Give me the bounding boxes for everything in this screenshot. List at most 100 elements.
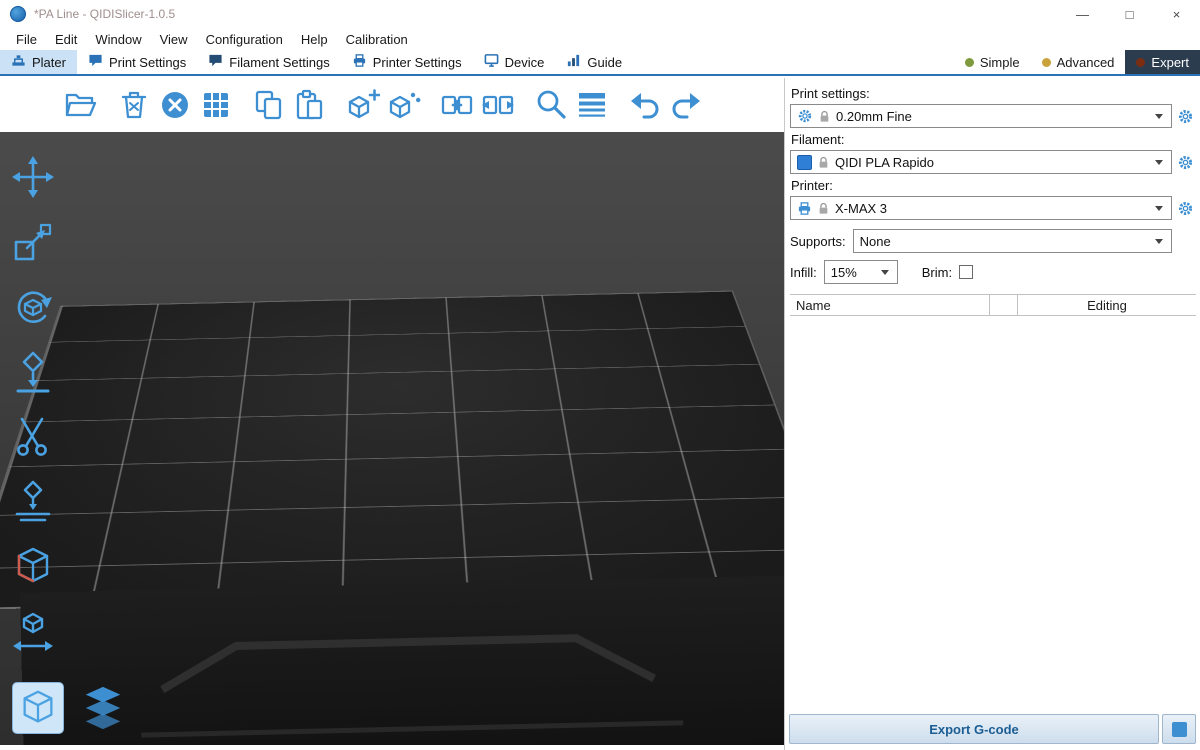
- place-on-face-tool-button[interactable]: [10, 349, 56, 395]
- rotate-tool-button[interactable]: [10, 284, 56, 330]
- mode-advanced[interactable]: Advanced: [1031, 50, 1126, 74]
- paste-button[interactable]: [293, 88, 327, 122]
- export-gcode-button[interactable]: Export G-code: [789, 714, 1159, 744]
- print-settings-value: 0.20mm Fine: [836, 109, 912, 124]
- tab-label: Device: [505, 55, 545, 70]
- tab-label: Print Settings: [109, 55, 186, 70]
- menu-calibration[interactable]: Calibration: [337, 32, 417, 47]
- menu-view[interactable]: View: [151, 32, 197, 47]
- export-options-icon: [1172, 722, 1187, 737]
- tabbar: Plater Print Settings Filament Settings …: [0, 50, 1200, 76]
- minimize-button[interactable]: —: [1059, 0, 1106, 28]
- layers-preview-button[interactable]: [77, 682, 129, 734]
- column-blank: [990, 295, 1018, 315]
- tab-printer-settings[interactable]: Printer Settings: [341, 50, 473, 74]
- lock-icon: [819, 110, 830, 123]
- print-bed: [0, 290, 784, 609]
- close-button[interactable]: ×: [1153, 0, 1200, 28]
- add-instance-button[interactable]: [346, 88, 380, 122]
- filament-combo[interactable]: QIDI PLA Rapido: [790, 150, 1172, 174]
- filament-value: QIDI PLA Rapido: [835, 155, 934, 170]
- printer-combo[interactable]: X-MAX 3: [790, 196, 1172, 220]
- printer-label: Printer:: [791, 178, 1196, 193]
- variable-layer-height-button[interactable]: [575, 88, 609, 122]
- supports-label: Supports:: [790, 234, 846, 249]
- object-list-body[interactable]: [790, 316, 1196, 698]
- column-name: Name: [790, 295, 990, 315]
- split-to-objects-button[interactable]: [440, 88, 474, 122]
- app-logo-icon: [10, 6, 26, 22]
- guide-icon: [566, 53, 581, 71]
- mode-label: Simple: [980, 55, 1020, 70]
- gizmo-toolbar: [10, 154, 56, 655]
- chevron-down-icon: [1155, 114, 1163, 119]
- printer-icon: [797, 201, 812, 216]
- infill-combo[interactable]: 15%: [824, 260, 898, 284]
- object-list: Name Editing: [790, 294, 1196, 698]
- open-project-button[interactable]: [64, 88, 98, 122]
- plater-icon: [11, 53, 26, 71]
- export-options-button[interactable]: [1162, 714, 1196, 744]
- print-settings-icon: [88, 53, 103, 71]
- maximize-button[interactable]: □: [1106, 0, 1153, 28]
- titlebar: *PA Line - QIDISlicer-1.0.5 — □ ×: [0, 0, 1200, 28]
- printer-gear-button[interactable]: [1174, 196, 1196, 220]
- gear-icon: [797, 108, 813, 124]
- split-to-parts-button[interactable]: [481, 88, 515, 122]
- filament-color-swatch: [797, 155, 812, 170]
- measure-tool-button[interactable]: [10, 544, 56, 590]
- tab-guide[interactable]: Guide: [555, 50, 633, 74]
- filament-gear-button[interactable]: [1174, 150, 1196, 174]
- brim-checkbox[interactable]: [959, 265, 973, 279]
- menu-file[interactable]: File: [7, 32, 46, 47]
- set-copies-button[interactable]: [387, 88, 421, 122]
- export-row: Export G-code: [789, 714, 1196, 744]
- delete-all-button[interactable]: [158, 88, 192, 122]
- tab-filament-settings[interactable]: Filament Settings: [197, 50, 340, 74]
- delete-button[interactable]: [117, 88, 151, 122]
- mode-label: Advanced: [1057, 55, 1115, 70]
- mode-simple[interactable]: Simple: [954, 50, 1031, 74]
- mode-expert[interactable]: Expert: [1125, 50, 1200, 74]
- tab-plater[interactable]: Plater: [0, 50, 77, 74]
- undo-button[interactable]: [628, 88, 662, 122]
- tab-label: Printer Settings: [373, 55, 462, 70]
- menu-window[interactable]: Window: [86, 32, 150, 47]
- supports-value: None: [860, 234, 891, 249]
- tab-device[interactable]: Device: [473, 50, 556, 74]
- view-3d-button[interactable]: [12, 682, 64, 734]
- chevron-down-icon: [1155, 239, 1163, 244]
- redo-button[interactable]: [669, 88, 703, 122]
- arrange-button[interactable]: [199, 88, 233, 122]
- search-button[interactable]: [534, 88, 568, 122]
- menu-help[interactable]: Help: [292, 32, 337, 47]
- window-controls: — □ ×: [1059, 0, 1200, 28]
- print-settings-gear-button[interactable]: [1174, 104, 1196, 128]
- mode-label: Expert: [1151, 55, 1189, 70]
- print-settings-combo[interactable]: 0.20mm Fine: [790, 104, 1172, 128]
- menu-edit[interactable]: Edit: [46, 32, 86, 47]
- chevron-down-icon: [1155, 206, 1163, 211]
- cut-tool-button[interactable]: [10, 414, 56, 460]
- move-tool-button[interactable]: [10, 154, 56, 200]
- tab-label: Guide: [587, 55, 622, 70]
- dimension-tool-button[interactable]: [10, 609, 56, 655]
- printer-base: [20, 575, 784, 745]
- copy-button[interactable]: [252, 88, 286, 122]
- supports-combo[interactable]: None: [853, 229, 1172, 253]
- print-settings-label: Print settings:: [791, 86, 1196, 101]
- main-toolbar: [0, 78, 784, 132]
- tab-print-settings[interactable]: Print Settings: [77, 50, 197, 74]
- brim-label: Brim:: [922, 265, 952, 280]
- menubar: File Edit Window View Configuration Help…: [0, 28, 1200, 50]
- viewport-3d[interactable]: [0, 132, 784, 745]
- lock-icon: [818, 202, 829, 215]
- column-editing: Editing: [1018, 295, 1196, 315]
- device-icon: [484, 53, 499, 71]
- menu-configuration[interactable]: Configuration: [197, 32, 292, 47]
- printer-settings-icon: [352, 53, 367, 71]
- paint-supports-tool-button[interactable]: [10, 479, 56, 525]
- scale-tool-button[interactable]: [10, 219, 56, 265]
- mode-switcher: Simple Advanced Expert: [954, 50, 1200, 74]
- infill-value: 15%: [831, 265, 857, 280]
